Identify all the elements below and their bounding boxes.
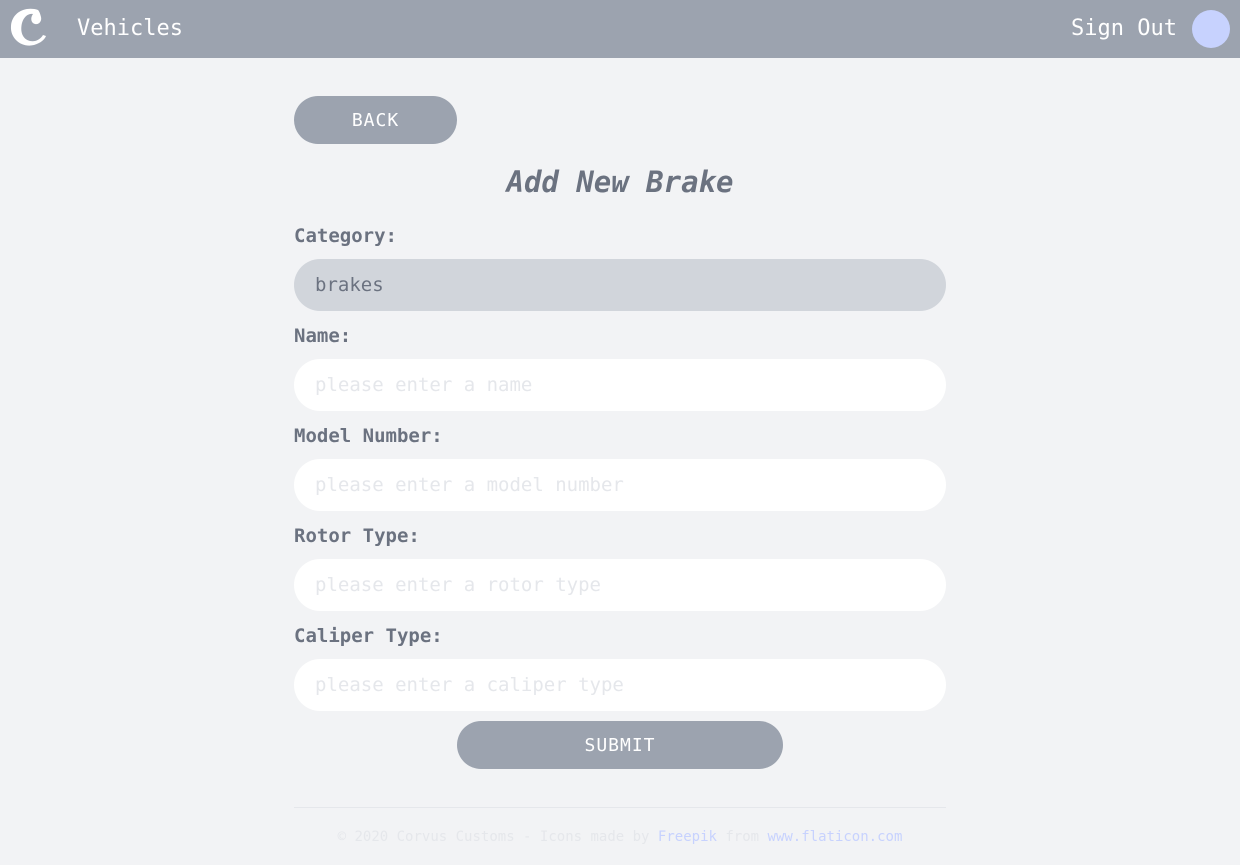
caliper-type-field[interactable] <box>294 659 946 711</box>
name-field[interactable] <box>294 359 946 411</box>
sign-out-button[interactable]: Sign Out <box>1071 15 1177 43</box>
submit-button[interactable]: SUBMIT <box>457 721 783 769</box>
nav-vehicles-link[interactable]: Vehicles <box>77 15 183 43</box>
page-title: Add New Brake <box>506 165 734 199</box>
rotor-type-field[interactable] <box>294 559 946 611</box>
model-number-label: Model Number: <box>294 425 443 447</box>
footer-from-text: from <box>716 829 768 845</box>
corvus-c-logo-icon[interactable] <box>8 6 48 48</box>
avatar[interactable] <box>1192 10 1230 48</box>
footer-divider <box>294 807 946 808</box>
top-navbar: Vehicles Sign Out <box>0 0 1240 58</box>
category-label: Category: <box>294 225 397 247</box>
footer: © 2020 Corvus Customs - Icons made by Fr… <box>294 828 946 846</box>
freepik-link[interactable]: Freepik <box>658 829 717 845</box>
category-field[interactable] <box>294 259 946 311</box>
name-label: Name: <box>294 325 352 347</box>
caliper-type-label: Caliper Type: <box>294 625 443 647</box>
back-button[interactable]: BACK <box>294 96 457 144</box>
rotor-type-label: Rotor Type: <box>294 525 420 547</box>
flaticon-link[interactable]: www.flaticon.com <box>768 829 903 845</box>
footer-credit-text: © 2020 Corvus Customs - Icons made by <box>337 829 658 845</box>
model-number-field[interactable] <box>294 459 946 511</box>
